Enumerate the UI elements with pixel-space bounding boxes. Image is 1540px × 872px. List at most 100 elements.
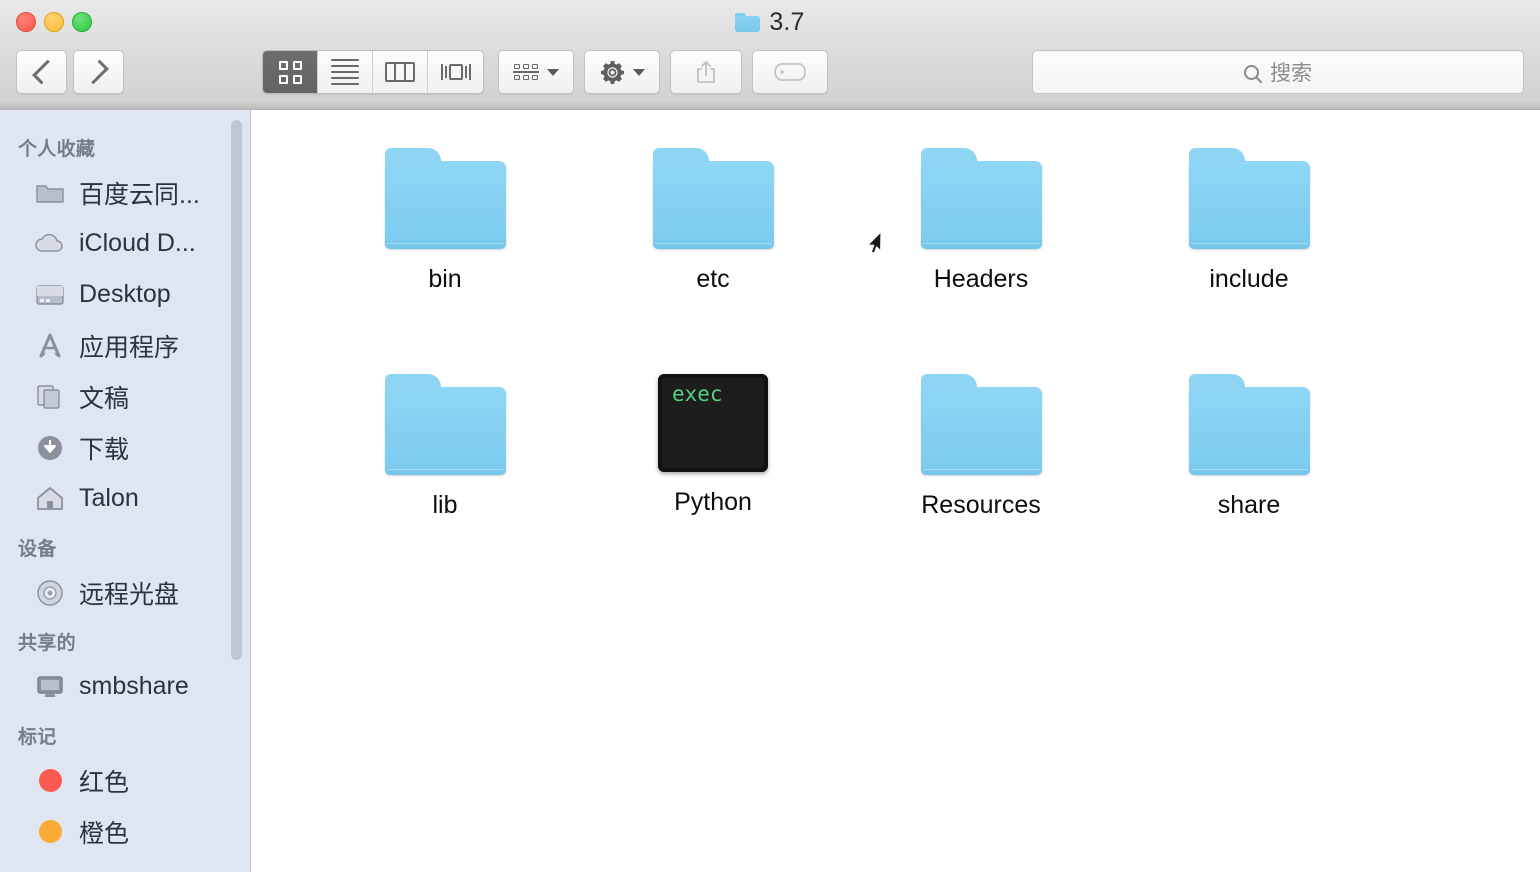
display-icon [34, 673, 66, 701]
documents-icon [34, 383, 66, 411]
desktop-icon [34, 281, 66, 309]
file-label: share [1217, 491, 1281, 519]
title-bar: 3.7 搜索 [0, 0, 1540, 110]
view-mode-segmented-control [262, 50, 484, 94]
gear-icon [600, 60, 625, 85]
file-label: include [1209, 265, 1289, 293]
executable-icon: exec [658, 374, 768, 472]
cloud-icon [34, 230, 66, 258]
search-icon [1244, 64, 1259, 80]
sidebar-item-tag-orange[interactable]: 橙色 [0, 806, 250, 857]
file-grid-area[interactable]: bin etc Headers include lib exec Python … [251, 110, 1540, 872]
sidebar: 个人收藏 百度云同... iCloud D... Desktop 应用程序 文稿… [0, 110, 251, 872]
sidebar-item-desktop[interactable]: Desktop [0, 269, 250, 320]
traffic-lights [16, 12, 92, 32]
sidebar-item-label: Desktop [79, 280, 171, 308]
close-button[interactable] [16, 12, 36, 32]
sidebar-item-remote-disc[interactable]: 远程光盘 [0, 567, 250, 618]
sidebar-section-shared-header: 共享的 [18, 633, 76, 654]
arrange-icon [513, 64, 539, 80]
sidebar-item-label: 百度云同... [79, 180, 200, 209]
share-button[interactable] [670, 50, 742, 94]
sidebar-item-label: Talon [79, 484, 139, 512]
folder-icon [34, 179, 66, 207]
navigation-buttons [16, 50, 124, 94]
file-item-headers[interactable]: Headers [847, 132, 1115, 356]
sidebar-section-tags-header: 标记 [18, 727, 57, 748]
disc-icon [34, 579, 66, 607]
view-button-icon[interactable] [263, 51, 318, 93]
search-placeholder: 搜索 [1270, 62, 1312, 85]
sidebar-item-documents[interactable]: 文稿 [0, 371, 250, 422]
file-label: Headers [933, 265, 1029, 293]
sidebar-item-label: 文稿 [79, 384, 130, 413]
share-icon [695, 60, 717, 84]
finder-window: 3.7 搜索 个人收藏 百度云同... iCloud D... Desktop … [0, 0, 1540, 872]
file-label: lib [432, 491, 458, 519]
tag-dot-icon [34, 767, 66, 795]
file-item-resources[interactable]: Resources [847, 358, 1115, 582]
sidebar-item-icloud-drive[interactable]: iCloud D... [0, 218, 250, 269]
sidebar-section-favorites-header: 个人收藏 [18, 139, 96, 160]
coverflow-icon [439, 62, 473, 82]
view-button-coverflow[interactable] [428, 51, 483, 93]
view-button-list[interactable] [318, 51, 373, 93]
columns-icon [385, 62, 415, 82]
search-input[interactable]: 搜索 [1032, 50, 1524, 94]
back-button[interactable] [16, 50, 67, 94]
file-label: bin [428, 265, 462, 293]
sidebar-item-label: 远程光盘 [79, 580, 180, 609]
window-title-group: 3.7 [0, 8, 1540, 37]
folder-icon [384, 148, 506, 249]
folder-icon [920, 148, 1042, 249]
chevron-right-icon [83, 59, 109, 85]
sidebar-item-applications[interactable]: 应用程序 [0, 320, 250, 371]
tag-dot-icon [34, 818, 66, 846]
file-item-include[interactable]: include [1115, 132, 1383, 356]
sidebar-item-downloads[interactable]: 下载 [0, 422, 250, 473]
action-button[interactable] [584, 50, 660, 94]
tag-icon [773, 62, 807, 82]
sidebar-item-label: 应用程序 [79, 333, 180, 362]
file-item-share[interactable]: share [1115, 358, 1383, 582]
file-label: Resources [921, 491, 1041, 519]
list-icon [331, 59, 359, 85]
file-label: Python [674, 488, 752, 516]
view-button-column[interactable] [373, 51, 428, 93]
page-title: 3.7 [769, 8, 805, 36]
tags-button[interactable] [752, 50, 828, 94]
file-grid: bin etc Headers include lib exec Python … [251, 110, 1540, 582]
sidebar-section-devices-header: 设备 [18, 539, 57, 560]
file-item-etc[interactable]: etc [579, 132, 847, 356]
folder-icon [1188, 148, 1310, 249]
file-label: etc [696, 265, 730, 293]
maximize-button[interactable] [72, 12, 92, 32]
sidebar-item-tag-red[interactable]: 红色 [0, 755, 250, 806]
folder-icon [1188, 374, 1310, 475]
chevron-left-icon [31, 59, 57, 85]
sidebar-scrollbar[interactable] [231, 120, 242, 660]
folder-icon [735, 13, 761, 32]
chevron-down-icon [547, 68, 559, 76]
forward-button[interactable] [73, 50, 124, 94]
folder-icon [384, 374, 506, 475]
sidebar-item-baiduyun[interactable]: 百度云同... [0, 167, 250, 218]
grid-icon [278, 60, 302, 84]
sidebar-item-label: 橙色 [79, 819, 130, 848]
sidebar-item-label: iCloud D... [79, 229, 196, 257]
arrange-button[interactable] [498, 50, 574, 94]
sidebar-item-smbshare[interactable]: smbshare [0, 661, 250, 712]
file-item-bin[interactable]: bin [311, 132, 579, 356]
minimize-button[interactable] [44, 12, 64, 32]
file-item-lib[interactable]: lib [311, 358, 579, 582]
folder-icon [652, 148, 774, 249]
downloads-icon [34, 434, 66, 462]
home-icon [34, 485, 66, 513]
window-body: 个人收藏 百度云同... iCloud D... Desktop 应用程序 文稿… [0, 110, 1540, 872]
sidebar-item-talon[interactable]: Talon [0, 473, 250, 524]
applications-icon [34, 332, 66, 360]
file-item-python[interactable]: exec Python [579, 358, 847, 582]
sidebar-item-label: smbshare [79, 672, 189, 700]
exec-badge-label: exec [672, 382, 723, 406]
sidebar-item-label: 红色 [79, 768, 130, 797]
